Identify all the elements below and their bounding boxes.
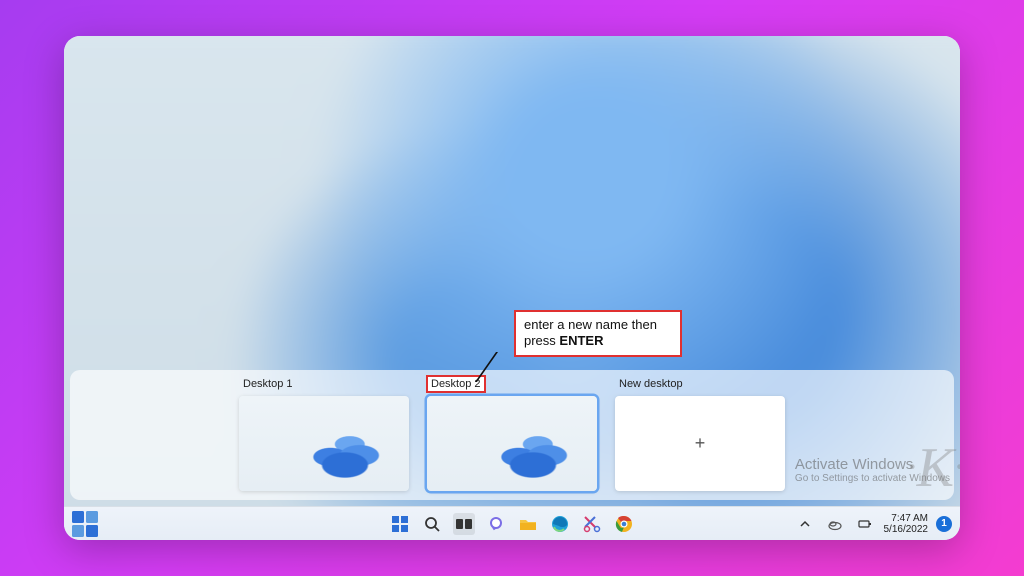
plus-icon: + xyxy=(695,433,706,454)
start-icon xyxy=(391,515,409,533)
chevron-up-icon xyxy=(799,518,811,530)
notification-count: 1 xyxy=(941,518,947,529)
callout-text-bold: ENTER xyxy=(559,333,603,348)
taskbar: 7:47 AM 5/16/2022 1 xyxy=(64,506,960,540)
onedrive-tray[interactable] xyxy=(824,513,846,535)
widgets-button[interactable] xyxy=(72,511,98,537)
chrome-icon xyxy=(615,515,633,533)
clock-time: 7:47 AM xyxy=(884,513,929,524)
onedrive-icon xyxy=(827,516,843,532)
snipping-tool-button[interactable] xyxy=(581,513,603,535)
tray-overflow-button[interactable] xyxy=(794,513,816,535)
edge-button[interactable] xyxy=(549,513,571,535)
bloom-wallpaper-icon xyxy=(285,417,405,491)
new-desktop-label: New desktop xyxy=(615,376,687,392)
chat-button[interactable] xyxy=(485,513,507,535)
new-desktop[interactable]: New desktop + xyxy=(615,376,785,491)
virtual-desktop-label[interactable]: Desktop 1 xyxy=(239,376,297,392)
clock-date: 5/16/2022 xyxy=(884,524,929,535)
new-desktop-button[interactable]: + xyxy=(615,396,785,491)
notification-center-button[interactable]: 1 xyxy=(936,516,952,532)
file-explorer-button[interactable] xyxy=(517,513,539,535)
virtual-desktop-thumbnail[interactable] xyxy=(239,396,409,491)
task-view-tray: Desktop 1 Desktop 2 New desktop + xyxy=(70,370,954,500)
chat-icon xyxy=(487,515,505,533)
task-view-button[interactable] xyxy=(453,513,475,535)
edge-icon xyxy=(551,515,569,533)
taskbar-clock[interactable]: 7:47 AM 5/16/2022 xyxy=(884,513,929,535)
search-button[interactable] xyxy=(421,513,443,535)
search-icon xyxy=(423,515,441,533)
chrome-button[interactable] xyxy=(613,513,635,535)
virtual-desktop-thumbnail[interactable] xyxy=(427,396,597,491)
battery-icon xyxy=(857,516,873,532)
annotation-callout: enter a new name then press ENTER xyxy=(514,310,682,357)
windows-screen: Desktop 1 Desktop 2 New desktop + xyxy=(64,36,960,540)
bloom-wallpaper-icon xyxy=(473,417,593,491)
start-button[interactable] xyxy=(389,513,411,535)
task-view-icon xyxy=(455,515,473,533)
battery-tray[interactable] xyxy=(854,513,876,535)
snipping-tool-icon xyxy=(583,515,601,533)
system-tray: 7:47 AM 5/16/2022 1 xyxy=(794,507,953,540)
file-explorer-icon xyxy=(519,515,537,533)
gradient-frame: Desktop 1 Desktop 2 New desktop + xyxy=(0,0,1024,576)
virtual-desktop-1[interactable]: Desktop 1 xyxy=(239,376,409,491)
virtual-desktop-2[interactable]: Desktop 2 xyxy=(427,376,597,491)
